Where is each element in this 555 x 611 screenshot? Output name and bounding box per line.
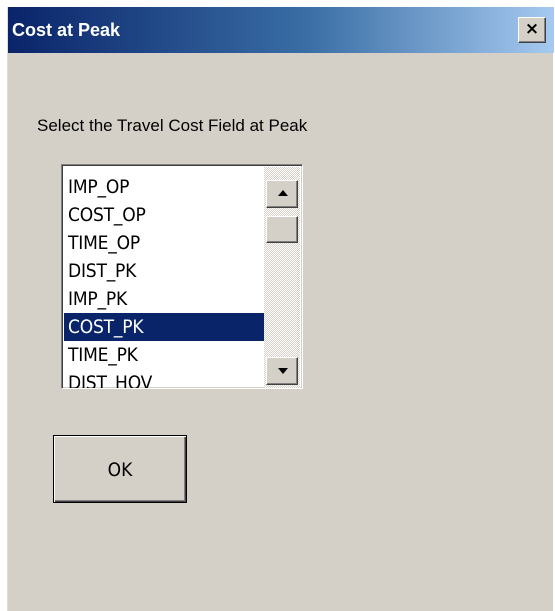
list-item-time-pk[interactable]: TIME_PK xyxy=(64,341,268,369)
list-item-imp-op[interactable]: IMP_OP xyxy=(64,173,268,201)
vertical-scrollbar[interactable] xyxy=(264,167,300,388)
dialog-window: Cost at Peak × Select the Travel Cost Fi… xyxy=(7,7,554,611)
field-listbox[interactable]: IMP_OP COST_OP TIME_OP DIST_PK IMP_PK CO… xyxy=(61,164,303,389)
list-item-cost-pk[interactable]: COST_PK xyxy=(64,313,268,341)
list-item-cost-op[interactable]: COST_OP xyxy=(64,201,268,229)
listbox-items: IMP_OP COST_OP TIME_OP DIST_PK IMP_PK CO… xyxy=(64,173,268,388)
scroll-up-button[interactable] xyxy=(266,180,298,208)
list-item-imp-pk[interactable]: IMP_PK xyxy=(64,285,268,313)
list-item-dist-hov[interactable]: DIST_HOV xyxy=(64,369,268,388)
close-button[interactable]: × xyxy=(518,17,546,43)
arrow-down-icon xyxy=(278,368,288,374)
close-icon: × xyxy=(524,19,540,39)
arrow-up-icon xyxy=(278,190,288,196)
ok-button-label: OK xyxy=(107,459,133,481)
title-bar[interactable]: Cost at Peak × xyxy=(8,7,554,53)
list-item-time-op[interactable]: TIME_OP xyxy=(64,229,268,257)
scroll-thumb[interactable] xyxy=(266,216,298,243)
window-title: Cost at Peak xyxy=(12,20,121,40)
scroll-down-button[interactable] xyxy=(266,357,298,385)
prompt-label: Select the Travel Cost Field at Peak xyxy=(37,116,308,135)
list-item-dist-pk[interactable]: DIST_PK xyxy=(64,257,268,285)
ok-button[interactable]: OK xyxy=(53,435,187,503)
